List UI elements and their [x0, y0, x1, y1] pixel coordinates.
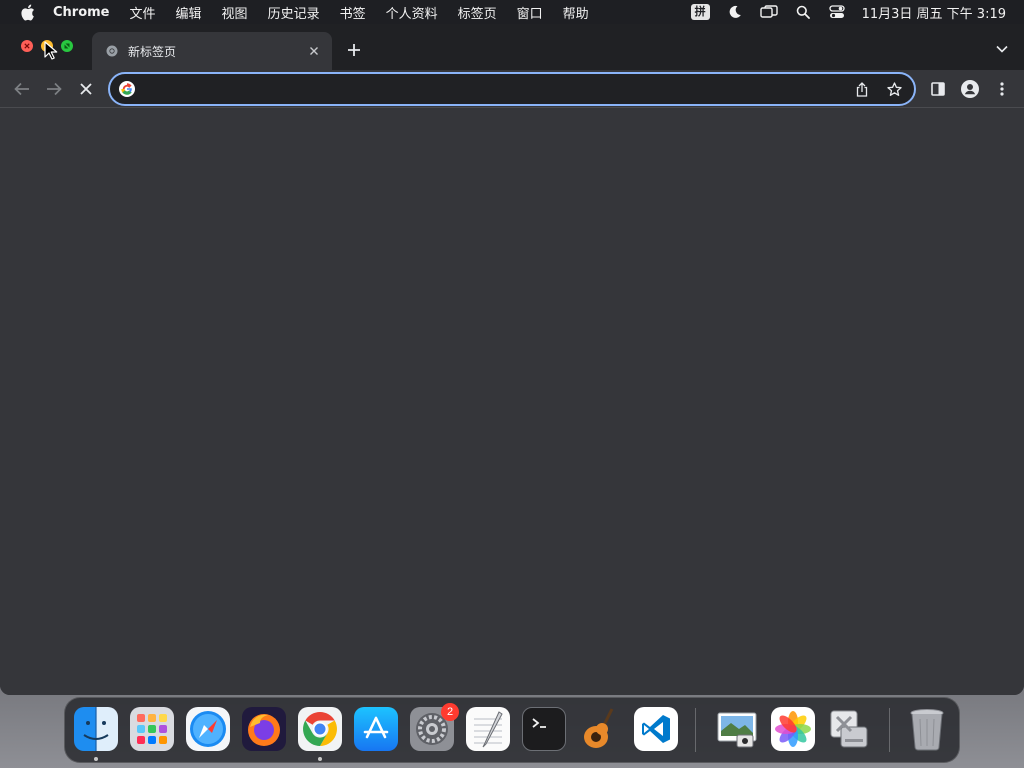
side-panel-icon[interactable] — [926, 77, 950, 101]
photos-icon[interactable] — [771, 707, 815, 751]
window-zoom-button[interactable] — [61, 40, 73, 52]
menu-edit[interactable]: 编辑 — [176, 3, 202, 22]
chrome-icon — [104, 43, 120, 59]
back-button[interactable] — [10, 77, 34, 101]
share-icon[interactable] — [850, 77, 874, 101]
trash-icon[interactable] — [905, 707, 949, 751]
chrome-icon[interactable] — [298, 707, 342, 751]
tab-title: 新标签页 — [128, 44, 177, 59]
focus-moon-icon[interactable] — [726, 3, 744, 21]
chrome-window: 新标签页 — [0, 24, 1024, 695]
apple-menu-icon[interactable] — [18, 3, 36, 21]
firefox-icon[interactable] — [242, 707, 286, 751]
control-center-icon[interactable] — [828, 3, 846, 21]
new-tab-button[interactable] — [343, 39, 365, 61]
terminal-icon[interactable] — [522, 707, 566, 751]
tab-search-chevron-icon[interactable] — [992, 39, 1012, 59]
disk-utility-icon[interactable] — [827, 707, 871, 751]
screen-mirroring-icon[interactable] — [759, 3, 778, 21]
menu-file[interactable]: 文件 — [130, 3, 156, 22]
profile-avatar-icon[interactable] — [958, 77, 982, 101]
stop-loading-button[interactable] — [74, 77, 98, 101]
google-g-icon — [119, 81, 135, 97]
dock-separator — [695, 708, 696, 752]
settings-notification-badge: 2 — [441, 703, 459, 721]
tab-new-tab[interactable]: 新标签页 — [92, 32, 332, 70]
menu-app-name[interactable]: Chrome — [53, 5, 110, 20]
input-method-badge[interactable]: 拼 — [690, 4, 710, 20]
menu-window[interactable]: 窗口 — [517, 3, 543, 22]
omnibox-input[interactable] — [143, 76, 850, 102]
dock: 2 — [64, 697, 960, 763]
window-close-button[interactable] — [21, 40, 33, 52]
more-menu-icon[interactable] — [990, 77, 1014, 101]
garageband-icon[interactable] — [578, 707, 622, 751]
address-bar[interactable] — [108, 72, 916, 106]
spotlight-search-icon[interactable] — [794, 3, 812, 21]
safari-icon[interactable] — [186, 707, 230, 751]
forward-button[interactable] — [42, 77, 66, 101]
mouse-cursor-icon — [44, 41, 58, 60]
finder-running-indicator — [94, 757, 98, 761]
app-store-icon[interactable] — [354, 707, 398, 751]
menu-bookmarks[interactable]: 书签 — [340, 3, 366, 22]
vscode-icon[interactable] — [634, 707, 678, 751]
menu-tabs[interactable]: 标签页 — [458, 3, 497, 22]
menu-view[interactable]: 视图 — [222, 3, 248, 22]
preview-icon[interactable] — [715, 707, 759, 751]
menu-profiles[interactable]: 个人资料 — [386, 3, 438, 22]
tab-strip: 新标签页 — [0, 24, 1024, 70]
launchpad-icon[interactable] — [130, 707, 174, 751]
textedit-icon[interactable] — [466, 707, 510, 751]
menu-bar: Chrome 文件 编辑 视图 历史记录 书签 个人资料 标签页 窗口 帮助 拼… — [0, 0, 1024, 24]
chrome-running-indicator — [318, 757, 322, 761]
browser-toolbar — [0, 70, 1024, 108]
page-content — [0, 109, 1024, 695]
menu-bar-status-area: 拼 11月3日 周五 下午 3:19 — [690, 0, 1006, 24]
menu-help[interactable]: 帮助 — [563, 3, 589, 22]
menu-bar-clock[interactable]: 11月3日 周五 下午 3:19 — [862, 3, 1006, 22]
menu-history[interactable]: 历史记录 — [268, 3, 320, 22]
dock-separator-trash — [889, 708, 890, 752]
tab-close-icon[interactable] — [306, 43, 322, 59]
finder-icon[interactable] — [74, 707, 118, 751]
bookmark-star-icon[interactable] — [882, 77, 906, 101]
